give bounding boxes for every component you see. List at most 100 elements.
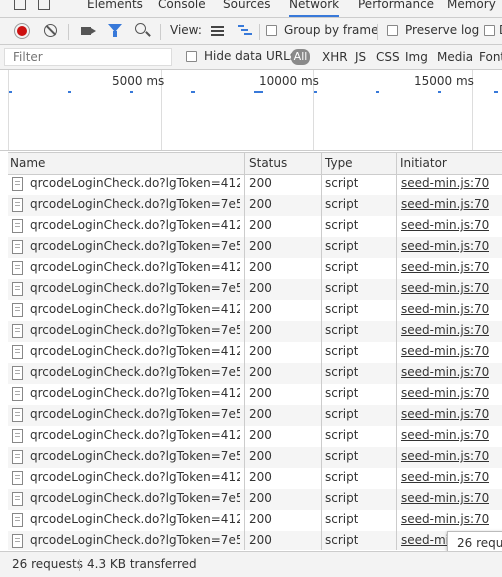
- request-status: 200: [249, 176, 272, 190]
- request-initiator-link[interactable]: seed-min.js:70: [401, 176, 489, 190]
- column-divider[interactable]: [321, 152, 322, 550]
- table-row[interactable]: qrcodeLoginCheck.do?lgToken=7e57f... 200 s…: [8, 489, 502, 510]
- network-toolbar: View: Group by frame Preserve log D: [0, 18, 502, 45]
- request-status: 200: [249, 512, 272, 526]
- request-initiator-link[interactable]: seed-min.js:70: [401, 260, 489, 274]
- group-by-frame-checkbox[interactable]: [266, 25, 277, 36]
- tab-console[interactable]: Console: [158, 0, 206, 11]
- search-icon[interactable]: [135, 23, 146, 34]
- request-initiator-link[interactable]: seed-min.js:70: [401, 239, 489, 253]
- request-type: script: [325, 302, 359, 316]
- request-type: script: [325, 491, 359, 505]
- request-initiator-link[interactable]: seed-min.js:70: [401, 365, 489, 379]
- table-row[interactable]: qrcodeLoginCheck.do?lgToken=7e57f... 200 s…: [8, 447, 502, 468]
- filter-icon[interactable]: [108, 24, 122, 37]
- request-status: 200: [249, 365, 272, 379]
- disable-cache-checkbox[interactable]: [484, 25, 495, 36]
- table-row[interactable]: qrcodeLoginCheck.do?lgToken=412d... 200 sc…: [8, 300, 502, 321]
- column-divider[interactable]: [396, 152, 397, 550]
- filter-xhr-button[interactable]: XHR: [322, 50, 348, 64]
- request-name: qrcodeLoginCheck.do?lgToken=412d...: [30, 386, 240, 400]
- table-header: Name Status Type Initiator: [8, 152, 502, 175]
- request-initiator-link[interactable]: seed-min.js:70: [401, 428, 489, 442]
- table-row[interactable]: qrcodeLoginCheck.do?lgToken=7e57f... 200 s…: [8, 405, 502, 426]
- request-initiator-link[interactable]: seed-min.js:70: [401, 449, 489, 463]
- filter-media-button[interactable]: Media: [437, 50, 473, 64]
- device-toolbar-icon[interactable]: [38, 0, 50, 10]
- request-initiator-link[interactable]: seed-min.js:70: [401, 344, 489, 358]
- document-icon: [12, 366, 23, 380]
- request-status: 200: [249, 239, 272, 253]
- preserve-log-checkbox[interactable]: [387, 25, 398, 36]
- request-initiator-link[interactable]: seed-min.js:70: [401, 407, 489, 421]
- request-initiator-link[interactable]: seed-min.js:70: [401, 323, 489, 337]
- filter-img-button[interactable]: Img: [405, 50, 428, 64]
- request-initiator-link[interactable]: seed-min.js:70: [401, 197, 489, 211]
- table-row[interactable]: qrcodeLoginCheck.do?lgToken=412d... 200 sc…: [8, 174, 502, 195]
- table-row[interactable]: qrcodeLoginCheck.do?lgToken=7e57f... 200 s…: [8, 363, 502, 384]
- overview-request-mark: [376, 91, 379, 93]
- column-header-initiator[interactable]: Initiator: [400, 156, 447, 170]
- tab-performance[interactable]: Performance: [358, 0, 434, 11]
- request-status: 200: [249, 218, 272, 232]
- request-type: script: [325, 239, 359, 253]
- show-overview-icon[interactable]: [238, 25, 252, 37]
- request-status: 200: [249, 197, 272, 211]
- table-row[interactable]: qrcodeLoginCheck.do?lgToken=7e57f... 200 s…: [8, 531, 502, 550]
- tab-network[interactable]: Network: [289, 0, 340, 17]
- large-request-rows-icon[interactable]: [211, 26, 224, 36]
- table-row[interactable]: qrcodeLoginCheck.do?lgToken=7e57f... 200 s…: [8, 279, 502, 300]
- document-icon: [12, 261, 23, 275]
- tab-memory[interactable]: Memory: [447, 0, 496, 11]
- request-name: qrcodeLoginCheck.do?lgToken=7e57f...: [30, 197, 240, 211]
- filter-js-button[interactable]: JS: [355, 50, 366, 64]
- request-initiator-link[interactable]: seed-min.js:70: [401, 386, 489, 400]
- filter-input[interactable]: [4, 48, 172, 66]
- column-header-status[interactable]: Status: [249, 156, 287, 170]
- record-icon[interactable]: [15, 24, 29, 38]
- request-initiator-link[interactable]: seed-min.js:70: [401, 470, 489, 484]
- table-row[interactable]: qrcodeLoginCheck.do?lgToken=412d... 200 sc…: [8, 426, 502, 447]
- table-row[interactable]: qrcodeLoginCheck.do?lgToken=412d... 200 sc…: [8, 342, 502, 363]
- request-initiator-link[interactable]: seed-min.js:70: [401, 512, 489, 526]
- column-header-type[interactable]: Type: [325, 156, 353, 170]
- request-type: script: [325, 218, 359, 232]
- clear-icon[interactable]: [44, 24, 57, 37]
- table-row[interactable]: qrcodeLoginCheck.do?lgToken=412d... 200 sc…: [8, 258, 502, 279]
- view-label: View:: [170, 23, 202, 37]
- table-row[interactable]: qrcodeLoginCheck.do?lgToken=412d... 200 sc…: [8, 468, 502, 489]
- column-header-name[interactable]: Name: [10, 156, 45, 170]
- request-type: script: [325, 386, 359, 400]
- request-type: script: [325, 176, 359, 190]
- request-initiator-link[interactable]: seed-min.js:70: [401, 491, 489, 505]
- table-row[interactable]: qrcodeLoginCheck.do?lgToken=412d... 200 sc…: [8, 216, 502, 237]
- column-divider[interactable]: [244, 152, 245, 550]
- document-icon: [12, 450, 23, 464]
- table-row[interactable]: qrcodeLoginCheck.do?lgToken=7e57f... 200 s…: [8, 321, 502, 342]
- tab-elements[interactable]: Elements: [87, 0, 143, 11]
- hide-data-urls-checkbox[interactable]: [186, 51, 197, 62]
- request-name: qrcodeLoginCheck.do?lgToken=7e57f...: [30, 449, 240, 463]
- table-row[interactable]: qrcodeLoginCheck.do?lgToken=7e57f... 200 s…: [8, 195, 502, 216]
- inspect-element-icon[interactable]: [14, 0, 26, 10]
- toolbar-divider: [160, 24, 161, 40]
- request-status: 200: [249, 449, 272, 463]
- capture-screenshots-icon[interactable]: [81, 27, 96, 35]
- request-initiator-link[interactable]: seed-min.js:70: [401, 281, 489, 295]
- request-name: qrcodeLoginCheck.do?lgToken=7e57f...: [30, 323, 240, 337]
- filter-css-button[interactable]: CSS: [376, 50, 400, 64]
- table-row[interactable]: qrcodeLoginCheck.do?lgToken=7e57f... 200 s…: [8, 237, 502, 258]
- tab-sources[interactable]: Sources: [223, 0, 270, 11]
- filter-all-button[interactable]: All: [291, 49, 310, 65]
- document-icon: [12, 198, 23, 212]
- request-initiator-link[interactable]: seed-min.js:70: [401, 302, 489, 316]
- filter-font-button[interactable]: Font: [479, 50, 502, 64]
- table-row[interactable]: qrcodeLoginCheck.do?lgToken=412d... 200 sc…: [8, 384, 502, 405]
- document-icon: [12, 282, 23, 296]
- request-initiator-link[interactable]: seed-min.js:70: [401, 218, 489, 232]
- request-status: 200: [249, 491, 272, 505]
- request-type: script: [325, 533, 359, 547]
- overview-time-label: 10000 ms: [259, 74, 319, 88]
- table-row[interactable]: qrcodeLoginCheck.do?lgToken=412d... 200 sc…: [8, 510, 502, 531]
- timeline-overview[interactable]: 5000 ms 10000 ms 15000 ms: [0, 70, 502, 151]
